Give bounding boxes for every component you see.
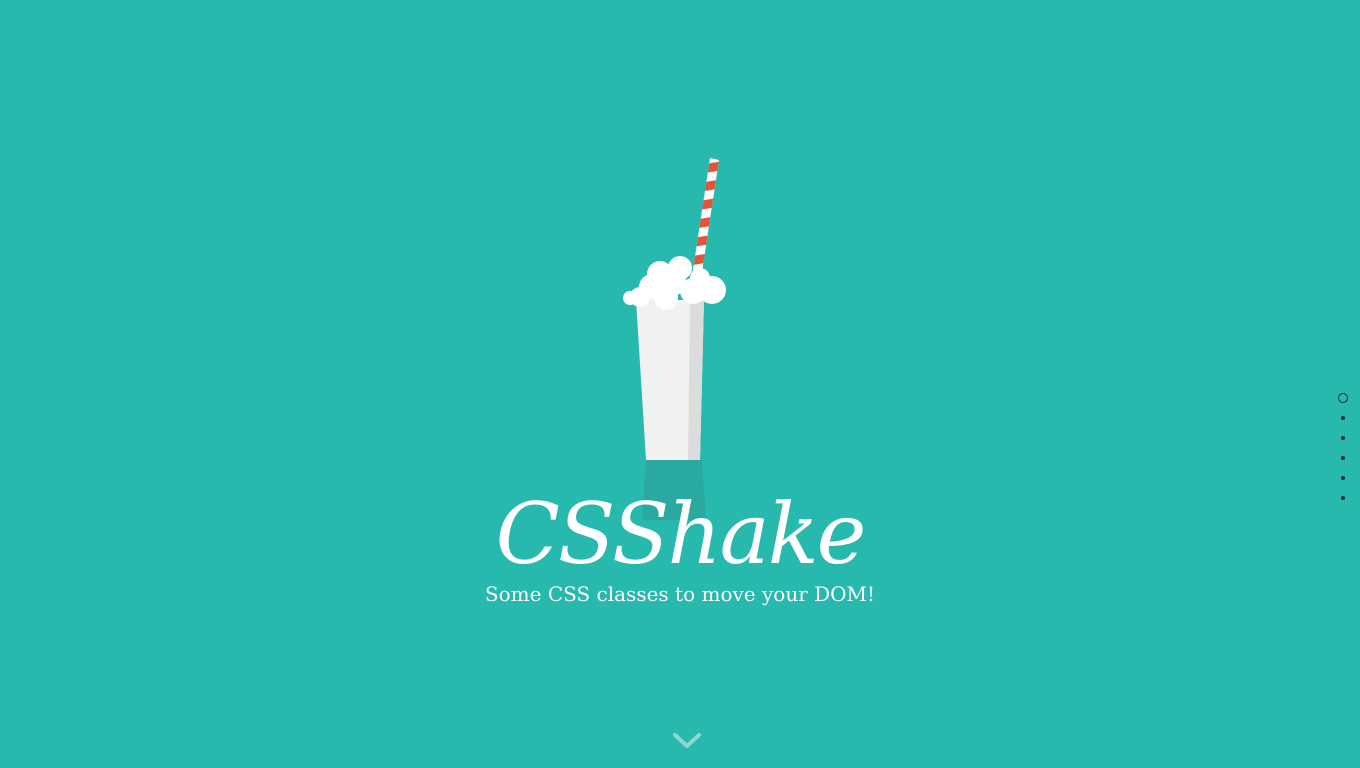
- nav-dot-icon: [1341, 436, 1345, 440]
- nav-dot-section-1[interactable]: [1336, 388, 1350, 408]
- nav-dot-section-2[interactable]: [1336, 408, 1350, 428]
- foam: [623, 256, 726, 310]
- nav-dot-section-4[interactable]: [1336, 448, 1350, 468]
- nav-dot-icon: [1338, 393, 1348, 403]
- nav-dot-icon: [1341, 496, 1345, 500]
- nav-dot-icon: [1341, 456, 1345, 460]
- nav-dot-section-5[interactable]: [1336, 468, 1350, 488]
- scroll-down-button[interactable]: [671, 730, 703, 752]
- brand-title: CSShake: [495, 485, 867, 583]
- nav-dot-icon: [1341, 416, 1345, 420]
- nav-dot-section-6[interactable]: [1336, 488, 1350, 508]
- section-nav: [1336, 388, 1350, 508]
- chevron-down-icon: [673, 733, 701, 748]
- tagline: Some CSS classes to move your DOM!: [484, 582, 876, 606]
- nav-dot-icon: [1341, 476, 1345, 480]
- nav-dot-section-3[interactable]: [1336, 428, 1350, 448]
- milkshake-glass-icon: [623, 158, 726, 520]
- glass-shade: [688, 300, 704, 460]
- hero-section: CSShake Some CSS classes to move your DO…: [0, 0, 1360, 768]
